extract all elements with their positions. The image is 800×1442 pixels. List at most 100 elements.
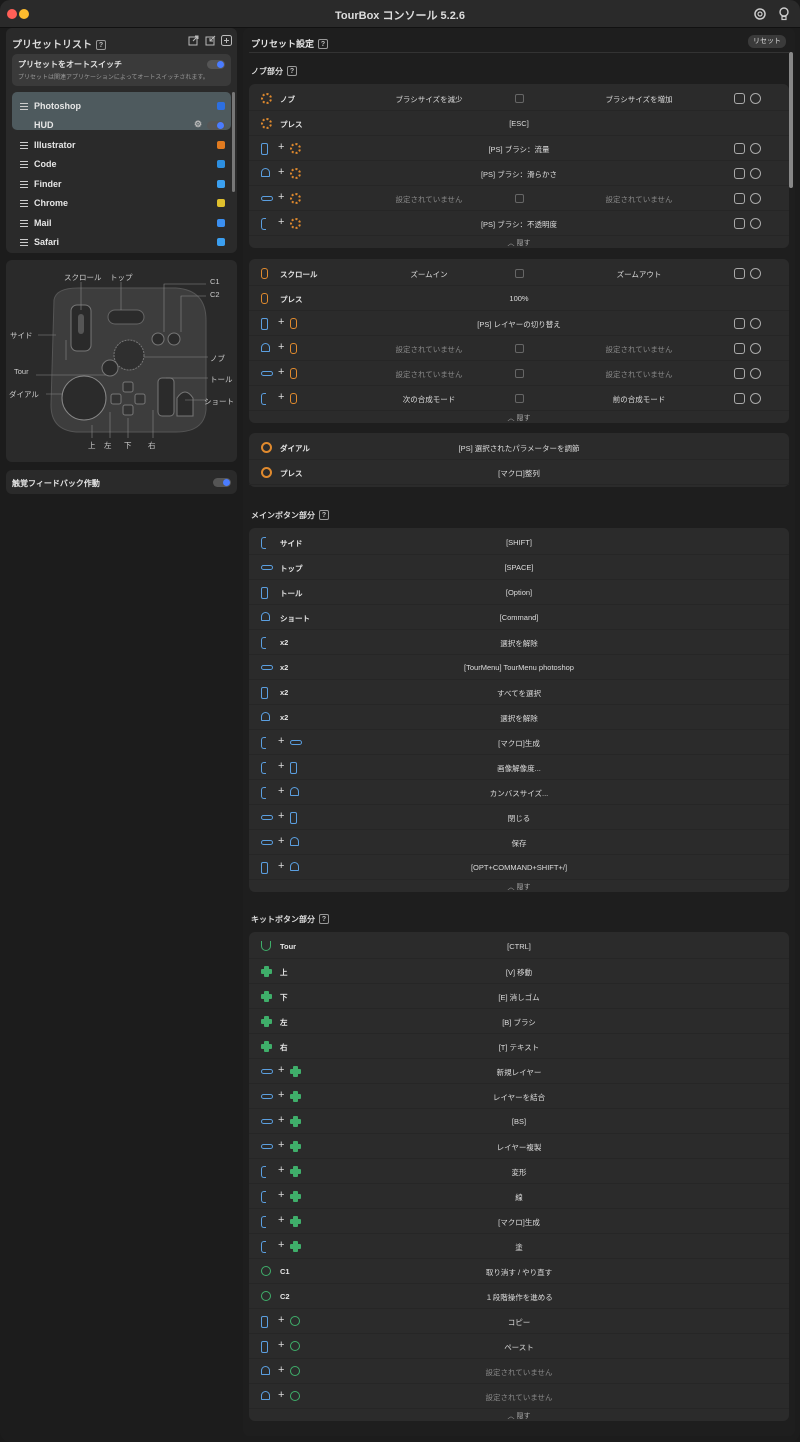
action-value[interactable]: 線 [249, 1192, 789, 1203]
action-value[interactable]: 変形 [249, 1167, 789, 1178]
kit_rows-row[interactable]: + 塗 [249, 1234, 789, 1259]
action-value[interactable]: [B] ブラシ [249, 1017, 789, 1028]
knob_rows-row[interactable]: + [PS] ブラシ：流量 [249, 136, 789, 161]
knob_rows-row[interactable]: プレス [ESC] [249, 111, 789, 136]
action-value[interactable]: レイヤー複製 [249, 1142, 789, 1153]
main_rows-row[interactable]: + カンバスサイズ... [249, 780, 789, 805]
knob_rows-row[interactable]: ノブ ブラシサイズを減少 ブラシサイズを増加 [249, 86, 789, 111]
action-value[interactable]: ペースト [249, 1342, 789, 1353]
main_rows-row[interactable]: x2 選択を解除 [249, 705, 789, 730]
preset-list-scrollbar[interactable] [232, 92, 235, 192]
settings-gear-icon[interactable] [752, 6, 768, 22]
scroll_rows-row[interactable]: + 設定されていません 設定されていません [249, 361, 789, 386]
action-value[interactable]: 選択を解除 [249, 713, 789, 724]
preset-item-code[interactable]: Code [12, 155, 231, 174]
haptic-mode-icon[interactable] [734, 343, 745, 354]
haptic-toggle[interactable] [213, 478, 231, 487]
import-icon[interactable] [205, 35, 216, 46]
action-left[interactable]: ズームイン [344, 269, 514, 280]
haptic-mode-icon[interactable] [734, 393, 745, 404]
preset-item-mail[interactable]: Mail [12, 214, 231, 233]
action-value[interactable]: [SHIFT] [249, 538, 789, 547]
main_rows-row[interactable]: + [マクロ]生成 [249, 730, 789, 755]
knob_rows-row[interactable]: + [PS] ブラシ：不透明度 [249, 211, 789, 236]
scroll_rows-row[interactable]: スクロール ズームイン ズームアウト [249, 261, 789, 286]
action-value[interactable]: 保存 [249, 838, 789, 849]
haptic-mode-icon[interactable] [734, 193, 745, 204]
help-icon[interactable]: ? [287, 66, 297, 76]
hide-toggle[interactable]: ︿ 隠す [249, 238, 789, 248]
action-value[interactable]: コピー [249, 1317, 789, 1328]
kit_rows-row[interactable]: + レイヤーを結合 [249, 1084, 789, 1109]
main_rows-row[interactable]: トール [Option] [249, 580, 789, 605]
haptic-mode-icon[interactable] [734, 268, 745, 279]
action-value[interactable]: [PS] ブラシ：流量 [249, 144, 789, 155]
action-value[interactable]: [PS] ブラシ：不透明度 [249, 219, 789, 230]
kit_rows-row[interactable]: Tour [CTRL] [249, 934, 789, 959]
kit_rows-row[interactable]: 上 [V] 移動 [249, 959, 789, 984]
preset-item-finder[interactable]: Finder [12, 175, 231, 194]
kit_rows-row[interactable]: + ペースト [249, 1334, 789, 1359]
swap-icon[interactable] [515, 94, 524, 103]
speed-settings-icon[interactable] [750, 93, 761, 104]
scroll_rows-row[interactable]: + 次の合成モード 前の合成モード [249, 386, 789, 411]
help-icon[interactable]: ? [319, 510, 329, 520]
auto-switch-toggle[interactable] [207, 60, 225, 69]
main_rows-row[interactable]: + 閉じる [249, 805, 789, 830]
hud-toggle[interactable] [207, 121, 225, 130]
main_rows-row[interactable]: ショート [Command] [249, 605, 789, 630]
action-right[interactable]: ズームアウト [554, 269, 724, 280]
help-icon[interactable]: ? [318, 39, 329, 49]
action-value[interactable]: [ESC] [249, 119, 789, 128]
action-left[interactable]: 設定されていません [344, 369, 514, 380]
action-value[interactable]: カンバスサイズ... [249, 788, 789, 799]
knob_rows-row[interactable]: + 設定されていません 設定されていません [249, 186, 789, 211]
action-value[interactable]: 閉じる [249, 813, 789, 824]
action-left[interactable]: 次の合成モード [344, 394, 514, 405]
speed-settings-icon[interactable] [750, 193, 761, 204]
action-left[interactable]: 設定されていません [344, 194, 514, 205]
dial_rows-row[interactable]: プレス [マクロ]整列 [249, 460, 789, 485]
action-value[interactable]: [BS] [249, 1117, 789, 1126]
kit_rows-row[interactable]: + コピー [249, 1309, 789, 1334]
haptic-mode-icon[interactable] [734, 218, 745, 229]
action-value[interactable]: １段階操作を進める [249, 1292, 789, 1303]
swap-icon[interactable] [515, 344, 524, 353]
knob_rows-row[interactable]: + [PS] ブラシ：滑らかさ [249, 161, 789, 186]
hide-toggle[interactable]: ︿ 隠す [249, 413, 789, 423]
hide-toggle[interactable]: ︿ 隠す [249, 1411, 789, 1421]
preset-item-photoshop[interactable]: Photoshop [12, 97, 231, 116]
action-value[interactable]: [Option] [249, 588, 789, 597]
main_rows-row[interactable]: + 保存 [249, 830, 789, 855]
kit_rows-row[interactable]: C1 取り消す / やり直す [249, 1259, 789, 1284]
scroll_rows-row[interactable]: + [PS] レイヤーの切り替え [249, 311, 789, 336]
action-value[interactable]: [SPACE] [249, 563, 789, 572]
action-value[interactable]: [PS] レイヤーの切り替え [249, 319, 789, 330]
action-value[interactable]: [T] テキスト [249, 1042, 789, 1053]
preset-item-chrome[interactable]: Chrome [12, 194, 231, 213]
kit_rows-row[interactable]: + [マクロ]生成 [249, 1209, 789, 1234]
action-value[interactable]: [マクロ]生成 [249, 738, 789, 749]
hide-toggle[interactable]: ︿ 隠す [249, 882, 789, 892]
action-right[interactable]: 設定されていません [554, 344, 724, 355]
action-left[interactable]: 設定されていません [344, 344, 514, 355]
action-value[interactable]: [PS] ブラシ：滑らかさ [249, 169, 789, 180]
action-value[interactable]: [マクロ]整列 [249, 468, 789, 479]
action-value[interactable]: 設定されていません [249, 1367, 789, 1378]
kit_rows-row[interactable]: + 新規レイヤー [249, 1059, 789, 1084]
speed-settings-icon[interactable] [750, 318, 761, 329]
help-icon[interactable]: ? [96, 40, 106, 50]
action-value[interactable]: すべてを選択 [249, 688, 789, 699]
action-right[interactable]: 設定されていません [554, 369, 724, 380]
action-right[interactable]: ブラシサイズを増加 [554, 94, 724, 105]
kit_rows-row[interactable]: + 線 [249, 1184, 789, 1209]
export-icon[interactable] [188, 35, 199, 46]
help-icon[interactable]: ? [319, 914, 329, 924]
action-value[interactable]: 100% [249, 294, 789, 303]
scroll_rows-row[interactable]: プレス 100% [249, 286, 789, 311]
action-value[interactable]: [マクロ]生成 [249, 1217, 789, 1228]
action-value[interactable]: [PS] 選択されたパラメーターを調節 [249, 443, 789, 454]
dial_rows-row[interactable]: ダイアル [PS] 選択されたパラメーターを調節 [249, 435, 789, 460]
add-preset-icon[interactable] [221, 35, 232, 46]
main_rows-row[interactable]: x2 選択を解除 [249, 630, 789, 655]
